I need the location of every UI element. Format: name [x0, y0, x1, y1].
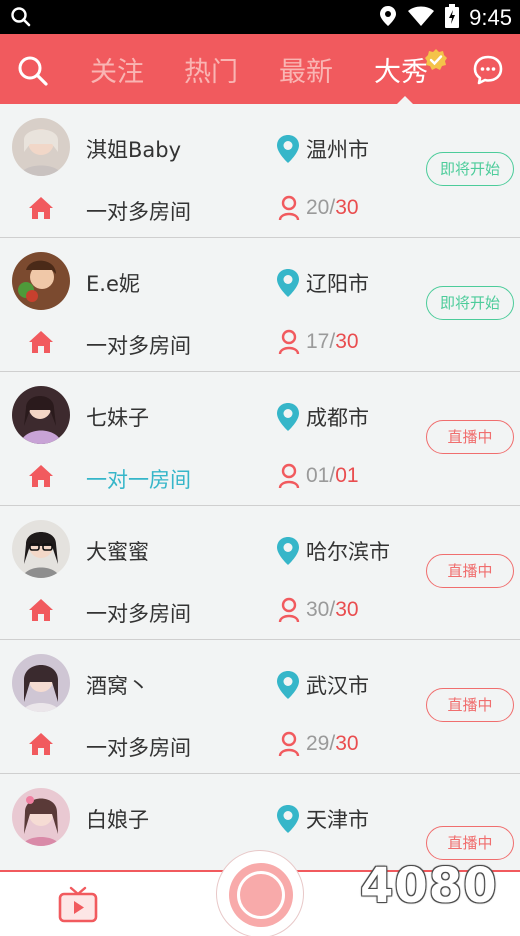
- tab-hot[interactable]: 热门: [184, 50, 238, 89]
- room-type: 一对多房间: [86, 334, 191, 358]
- viewer-count: 30/30: [306, 598, 359, 621]
- city-label: 哈尔滨市: [306, 540, 390, 564]
- streamer-name: 淇姐Baby: [86, 138, 182, 162]
- city-label: 天津市: [306, 808, 369, 832]
- battery-icon: [445, 4, 460, 32]
- live-button-core: [237, 871, 285, 919]
- status-badge[interactable]: 直播中: [426, 688, 514, 722]
- streamer-name: 大蜜蜜: [86, 540, 149, 564]
- status-time: 9:45: [469, 5, 512, 30]
- app-bar: 关注 热门 最新 大秀: [0, 34, 520, 104]
- verified-badge-icon: [424, 48, 448, 72]
- viewer-count: 17/30: [306, 330, 359, 353]
- search-icon: [10, 6, 32, 32]
- avatar[interactable]: [12, 118, 70, 176]
- status-bar: 9:45: [0, 0, 520, 34]
- viewer-count: 01/01: [306, 464, 359, 487]
- status-badge[interactable]: 即将开始: [426, 152, 514, 186]
- room-list[interactable]: 淇姐Baby 温州市 一对多房间 20/30 即将开始 E.e妮 辽阳市 一对多…: [0, 104, 520, 870]
- chat-icon[interactable]: [472, 54, 504, 86]
- tab-newest[interactable]: 最新: [279, 50, 333, 89]
- status-badge[interactable]: 直播中: [426, 554, 514, 588]
- wifi-icon: [407, 5, 435, 31]
- location-pin-icon: [276, 804, 300, 838]
- streamer-name: 七妹子: [86, 406, 149, 430]
- location-pin-icon: [276, 402, 300, 436]
- tab-big-show[interactable]: 大秀: [374, 50, 428, 89]
- list-item[interactable]: E.e妮 辽阳市 一对多房间 17/30 即将开始: [0, 238, 520, 372]
- person-icon: [278, 597, 300, 627]
- search-icon[interactable]: [16, 54, 50, 88]
- list-item[interactable]: 大蜜蜜 哈尔滨市 一对多房间 30/30 直播中: [0, 506, 520, 640]
- home-icon: [28, 330, 54, 358]
- status-badge[interactable]: 直播中: [426, 826, 514, 860]
- list-item[interactable]: 酒窝丶 武汉市 一对多房间 29/30 直播中: [0, 640, 520, 774]
- location-pin-icon: [276, 536, 300, 570]
- streamer-name: 酒窝丶: [86, 674, 149, 698]
- viewer-count: 29/30: [306, 732, 359, 755]
- city-label: 温州市: [306, 138, 369, 162]
- avatar[interactable]: [12, 386, 70, 444]
- avatar[interactable]: [12, 788, 70, 846]
- status-badge[interactable]: 即将开始: [426, 286, 514, 320]
- room-type: 一对一房间: [86, 468, 191, 492]
- location-pin-icon: [276, 268, 300, 302]
- room-type: 一对多房间: [86, 602, 191, 626]
- room-type: 一对多房间: [86, 736, 191, 760]
- home-icon: [28, 196, 54, 224]
- home-icon: [28, 732, 54, 760]
- city-label: 辽阳市: [306, 272, 369, 296]
- streamer-name: 白娘子: [86, 808, 149, 832]
- home-icon: [28, 464, 54, 492]
- person-icon: [278, 463, 300, 493]
- person-icon: [278, 195, 300, 225]
- city-label: 武汉市: [306, 674, 369, 698]
- tab-follow[interactable]: 关注: [90, 50, 144, 89]
- location-pin-icon: [276, 670, 300, 704]
- tv-icon[interactable]: [58, 886, 98, 928]
- person-icon: [278, 731, 300, 761]
- avatar[interactable]: [12, 252, 70, 310]
- streamer-name: E.e妮: [86, 272, 140, 296]
- start-live-button[interactable]: [216, 850, 304, 936]
- location-status-icon: [379, 5, 397, 31]
- room-type: 一对多房间: [86, 200, 191, 224]
- home-icon: [28, 598, 54, 626]
- live-button-ring: [229, 863, 293, 927]
- avatar[interactable]: [12, 520, 70, 578]
- person-icon: [278, 329, 300, 359]
- city-label: 成都市: [306, 406, 369, 430]
- list-item[interactable]: 七妹子 成都市 一对一房间 01/01 直播中: [0, 372, 520, 506]
- viewer-count: 20/30: [306, 196, 359, 219]
- tab-bar: 关注 热门 最新 大秀: [70, 34, 450, 104]
- watermark-logo: 4080: [360, 858, 498, 914]
- active-tab-indicator: [397, 96, 413, 104]
- avatar[interactable]: [12, 654, 70, 712]
- list-item[interactable]: 淇姐Baby 温州市 一对多房间 20/30 即将开始: [0, 104, 520, 238]
- status-badge[interactable]: 直播中: [426, 420, 514, 454]
- location-pin-icon: [276, 134, 300, 168]
